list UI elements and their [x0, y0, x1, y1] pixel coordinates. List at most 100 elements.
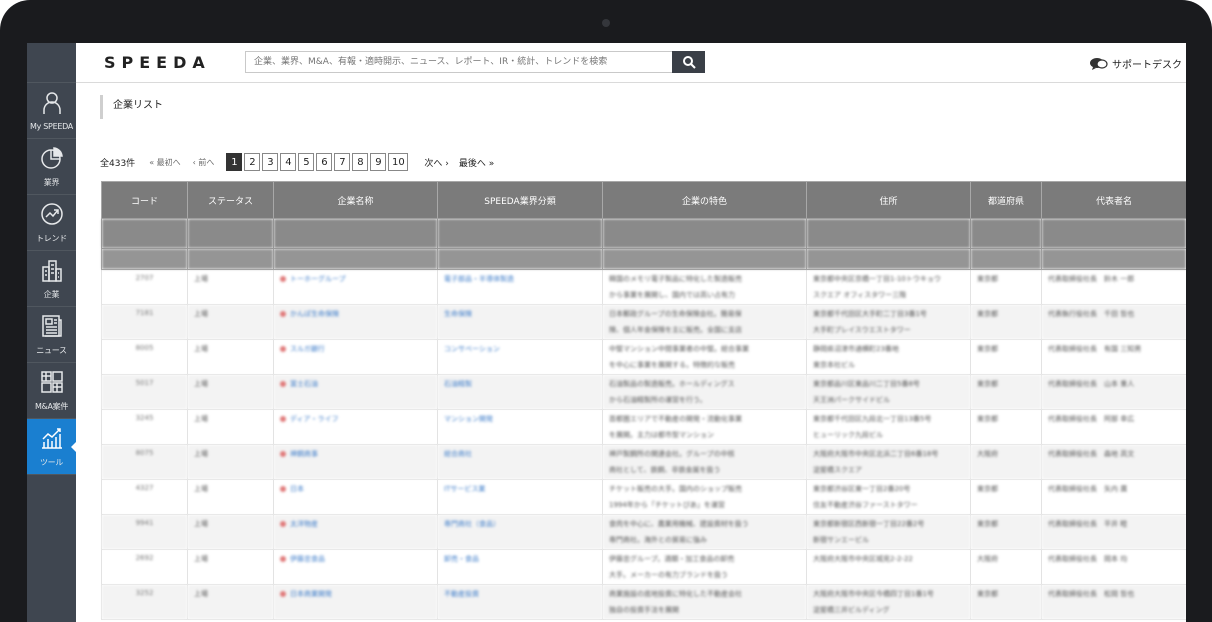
table-row[interactable]: 2692 上場 伊藤忠食品 卸売・食品 伊藤忠グループ。酒類・加工食品の卸売 大手。メーカ…: [101, 549, 1186, 585]
column-header-industry[interactable]: SPEEDA業界分類: [437, 181, 603, 219]
page-button[interactable]: 3: [262, 153, 279, 171]
cell-industry[interactable]: マンション開発: [437, 409, 603, 445]
company-link[interactable]: 伊藤忠食品: [290, 555, 325, 563]
table-row[interactable]: 5017 上場 富士石油 石油精製 石油製品の製造販売。ホールディングス から石油精製所の…: [101, 374, 1186, 410]
page-button[interactable]: 2: [244, 153, 261, 171]
cell-company-name[interactable]: スルガ銀行: [273, 339, 438, 375]
table-row[interactable]: 4327 上場 日本 ITサービス業 チケット販売の大手。国内のショップ販売 1994年か…: [101, 479, 1186, 515]
sidebar-item-industry[interactable]: 業界: [27, 139, 76, 195]
page-button[interactable]: 10: [388, 153, 409, 171]
column-header-company-name[interactable]: 企業名称: [273, 181, 438, 219]
industry-link[interactable]: 石油精製: [444, 380, 472, 388]
company-link[interactable]: 太洋物産: [290, 520, 318, 528]
column-header-code[interactable]: コード: [101, 181, 188, 219]
page-button[interactable]: 7: [334, 153, 351, 171]
industry-link[interactable]: マンション開発: [444, 415, 493, 423]
cell-company-name[interactable]: かんぽ生命保険: [273, 304, 438, 340]
company-link[interactable]: トーホーグループ: [290, 275, 346, 283]
column-header-status[interactable]: ステータス: [187, 181, 274, 219]
sidebar-item-ma[interactable]: M&A案件: [27, 363, 76, 419]
cell-industry[interactable]: 電子部品・半導体製造: [437, 269, 603, 305]
sidebar-item-trend[interactable]: トレンド: [27, 195, 76, 251]
column-header-address[interactable]: 住所: [806, 181, 971, 219]
company-link[interactable]: 日本商業開発: [290, 590, 332, 598]
page-button[interactable]: 5: [298, 153, 315, 171]
column-header-feature[interactable]: 企業の特色: [602, 181, 807, 219]
company-link[interactable]: ディア・ライフ: [290, 415, 339, 423]
filter-cell[interactable]: [602, 218, 807, 249]
filter-cell[interactable]: [806, 218, 971, 249]
page-button[interactable]: 1: [226, 153, 243, 171]
company-link[interactable]: 日本: [290, 485, 304, 493]
cell-company-name[interactable]: 日本: [273, 479, 438, 515]
cell-industry[interactable]: 石油精製: [437, 374, 603, 410]
industry-link[interactable]: 卸売・食品: [444, 555, 479, 563]
search-input[interactable]: [245, 51, 672, 73]
table-row[interactable]: 8075 上場 神鋼商事 総合商社 神戸製鋼所の関連会社。グループの中核 商社として、鉄鋼…: [101, 444, 1186, 480]
filter-cell[interactable]: [273, 218, 438, 249]
cell-company-name[interactable]: 富士石油: [273, 374, 438, 410]
cell-company-name[interactable]: 神鋼商事: [273, 444, 438, 480]
cell-company-name[interactable]: ディア・ライフ: [273, 409, 438, 445]
industry-link[interactable]: 総合商社: [444, 450, 472, 458]
cell-industry[interactable]: 専門商社（食品）: [437, 514, 603, 550]
speeda-logo[interactable]: SPEEDA: [104, 53, 211, 72]
cell-company-name[interactable]: トーホーグループ: [273, 269, 438, 305]
column-header-representative[interactable]: 代表者名: [1041, 181, 1186, 219]
filter-cell[interactable]: [602, 248, 807, 270]
industry-link[interactable]: コンサベーション: [444, 345, 500, 353]
company-link[interactable]: スルガ銀行: [290, 345, 325, 353]
filter-cell[interactable]: [187, 218, 274, 249]
next-page-link[interactable]: 次へ ›: [424, 156, 448, 169]
cell-company-name[interactable]: 日本商業開発: [273, 584, 438, 620]
cell-company-name[interactable]: 太洋物産: [273, 514, 438, 550]
page-button[interactable]: 9: [370, 153, 387, 171]
table-row[interactable]: 3245 上場 ディア・ライフ マンション開発 首都圏エリアで不動産の開発・流動化事業を…: [101, 409, 1186, 445]
table-row[interactable]: 7181 上場 かんぽ生命保険 生命保険 日本郵政グループの生命保険会社。簡易保 険、個人…: [101, 304, 1186, 340]
company-link[interactable]: 富士石油: [290, 380, 318, 388]
cell-status: 上場: [187, 269, 274, 305]
search-button[interactable]: [672, 51, 705, 73]
industry-link[interactable]: 生命保険: [444, 310, 472, 318]
filter-cell[interactable]: [101, 218, 188, 249]
cell-industry[interactable]: ITサービス業: [437, 479, 603, 515]
filter-cell[interactable]: [970, 218, 1042, 249]
filter-cell[interactable]: [806, 248, 971, 270]
last-page-link[interactable]: 最後へ »: [459, 156, 494, 169]
page-button[interactable]: 8: [352, 153, 369, 171]
cell-industry[interactable]: コンサベーション: [437, 339, 603, 375]
cell-industry[interactable]: 卸売・食品: [437, 549, 603, 585]
support-desk-link[interactable]: サポートデスク: [1089, 56, 1182, 71]
cell-industry[interactable]: 生命保険: [437, 304, 603, 340]
page-button[interactable]: 6: [316, 153, 333, 171]
filter-cell[interactable]: [437, 248, 603, 270]
column-header-prefecture[interactable]: 都道府県: [970, 181, 1042, 219]
sidebar-item-my-speeda[interactable]: My SPEEDA: [27, 83, 76, 139]
company-link[interactable]: 神鋼商事: [290, 450, 318, 458]
company-link[interactable]: かんぽ生命保険: [290, 310, 339, 318]
table-row[interactable]: 9941 上場 太洋物産 専門商社（食品） 食肉を中心に、農業用機械、建設資材を扱う 専門…: [101, 514, 1186, 550]
filter-cell[interactable]: [101, 248, 188, 270]
sidebar-item-tools[interactable]: ツール: [27, 419, 77, 475]
industry-link[interactable]: ITサービス業: [444, 485, 485, 493]
prev-page-link[interactable]: ‹ 前へ: [193, 157, 215, 168]
table-row[interactable]: 8005 上場 スルガ銀行 コンサベーション 中堅マンション中間事業者の中堅。総合事業を…: [101, 339, 1186, 375]
filter-cell[interactable]: [970, 248, 1042, 270]
first-page-link[interactable]: « 最初へ: [149, 157, 180, 168]
sidebar-item-company[interactable]: 企業: [27, 251, 76, 307]
cell-industry[interactable]: 不動産投資: [437, 584, 603, 620]
page-button[interactable]: 4: [280, 153, 297, 171]
cell-company-name[interactable]: 伊藤忠食品: [273, 549, 438, 585]
industry-link[interactable]: 不動産投資: [444, 590, 479, 598]
industry-link[interactable]: 電子部品・半導体製造: [444, 275, 514, 283]
sidebar-item-news[interactable]: ニュース: [27, 307, 76, 363]
filter-cell[interactable]: [1041, 218, 1186, 249]
table-row[interactable]: 3252 上場 日本商業開発 不動産投資 商業施設の底地投資に特化した不動産会社 独自の投…: [101, 584, 1186, 620]
filter-cell[interactable]: [273, 248, 438, 270]
filter-cell[interactable]: [187, 248, 274, 270]
filter-cell[interactable]: [1041, 248, 1186, 270]
table-row[interactable]: 2707 上場 トーホーグループ 電子部品・半導体製造 韓国のメモリ電子製品に特化した製…: [101, 269, 1186, 305]
industry-link[interactable]: 専門商社（食品）: [444, 520, 500, 528]
cell-industry[interactable]: 総合商社: [437, 444, 603, 480]
filter-cell[interactable]: [437, 218, 603, 249]
